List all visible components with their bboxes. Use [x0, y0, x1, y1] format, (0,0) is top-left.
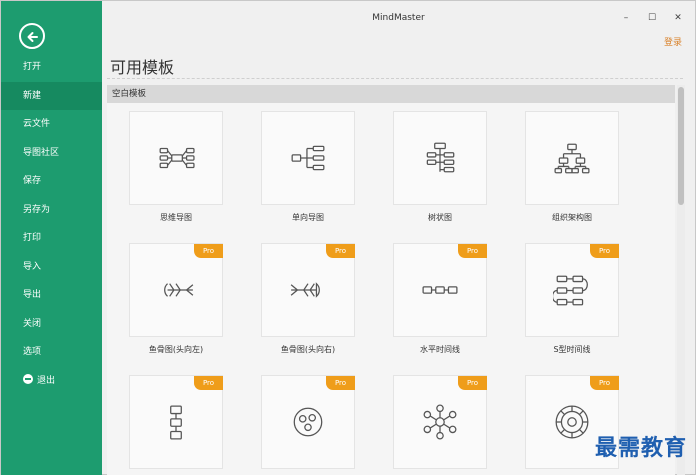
template-card[interactable]: Pro	[393, 375, 487, 469]
sidebar-item-new[interactable]: 新建	[1, 81, 102, 110]
s-timeline-icon	[553, 275, 588, 306]
pro-badge: Pro	[458, 376, 487, 390]
sidebar: 打开 新建 云文件 导图社区 保存 另存为 打印 导入 导出 关闭 选项 退出	[1, 1, 102, 475]
close-button[interactable]: ✕	[667, 9, 689, 27]
sidebar-item-save[interactable]: 保存	[1, 167, 102, 196]
sidebar-item-import[interactable]: 导入	[1, 253, 102, 282]
template-card[interactable]: Pro	[393, 243, 487, 337]
network-map-icon	[423, 404, 457, 440]
template-label: 水平时间线	[420, 345, 460, 354]
pro-badge: Pro	[590, 244, 619, 258]
sidebar-item-options[interactable]: 选项	[1, 338, 102, 367]
title-bar: MindMaster – ☐ ✕	[102, 1, 695, 31]
template-card[interactable]	[393, 111, 487, 205]
template-card[interactable]: Pro	[129, 243, 223, 337]
pro-badge: Pro	[326, 376, 355, 390]
pro-badge: Pro	[326, 244, 355, 258]
templates-panel: 空白模板 思维导图 单向导图 树状图 组织架构图 Pro 鱼骨图(头向左) Pro 鱼骨图(头…	[107, 85, 675, 475]
section-header: 空白模板	[107, 85, 675, 103]
back-button[interactable]	[19, 23, 45, 49]
sidebar-item-save-as[interactable]: 另存为	[1, 196, 102, 225]
template-label: 思维导图	[160, 213, 192, 222]
sidebar-item-cloud-files[interactable]: 云文件	[1, 110, 102, 139]
scroll-thumb[interactable]	[678, 87, 684, 205]
sidebar-item-exit-label: 退出	[37, 375, 56, 386]
template-label: 组织架构图	[552, 213, 592, 222]
login-link[interactable]: 登录	[664, 35, 682, 48]
template-card[interactable]	[261, 111, 355, 205]
back-arrow-icon	[27, 32, 38, 42]
scrollbar[interactable]	[677, 85, 685, 475]
horizontal-timeline-icon	[422, 286, 458, 294]
template-label: 鱼骨图(头向左)	[148, 345, 204, 354]
template-card[interactable]	[129, 111, 223, 205]
pro-badge: Pro	[194, 244, 223, 258]
template-card[interactable]	[525, 111, 619, 205]
template-label: 单向导图	[292, 213, 324, 222]
fishbone-left-icon	[164, 283, 194, 297]
pro-badge: Pro	[458, 244, 487, 258]
bubble-map-icon	[293, 407, 323, 437]
mind-map-icon	[159, 147, 195, 169]
template-card[interactable]: Pro	[261, 375, 355, 469]
exit-icon	[23, 373, 33, 384]
template-label: S型时间线	[553, 345, 591, 354]
sidebar-item-close[interactable]: 关闭	[1, 310, 102, 339]
pro-badge: Pro	[590, 376, 619, 390]
minimize-button[interactable]: –	[615, 9, 637, 27]
template-label: 树状图	[428, 213, 452, 222]
title-divider	[107, 78, 683, 79]
app-window: 打开 新建 云文件 导图社区 保存 另存为 打印 导入 导出 关闭 选项 退出 …	[0, 0, 696, 475]
circle-map-icon	[555, 405, 589, 439]
sidebar-item-open[interactable]: 打开	[1, 53, 102, 82]
fishbone-right-icon	[290, 282, 320, 298]
sidebar-item-export[interactable]: 导出	[1, 281, 102, 310]
org-chart-icon	[554, 143, 590, 174]
right-map-icon	[291, 145, 325, 171]
maximize-button[interactable]: ☐	[641, 9, 663, 27]
app-title: MindMaster	[372, 13, 425, 23]
template-label: 鱼骨图(头向右)	[280, 345, 336, 354]
sidebar-item-exit[interactable]: 退出	[1, 367, 102, 396]
vertical-timeline-icon	[170, 405, 182, 440]
page-title: 可用模板	[110, 58, 175, 77]
template-card[interactable]: Pro	[525, 243, 619, 337]
sidebar-item-print[interactable]: 打印	[1, 224, 102, 253]
template-card[interactable]: Pro	[129, 375, 223, 469]
tree-chart-icon	[426, 142, 455, 173]
template-card[interactable]: Pro	[261, 243, 355, 337]
sidebar-nav: 打开 新建 云文件 导图社区 保存 另存为 打印 导入 导出 关闭 选项 退出	[1, 53, 102, 395]
watermark: 最需教育	[594, 435, 687, 461]
pro-badge: Pro	[194, 376, 223, 390]
sidebar-item-community[interactable]: 导图社区	[1, 139, 102, 168]
